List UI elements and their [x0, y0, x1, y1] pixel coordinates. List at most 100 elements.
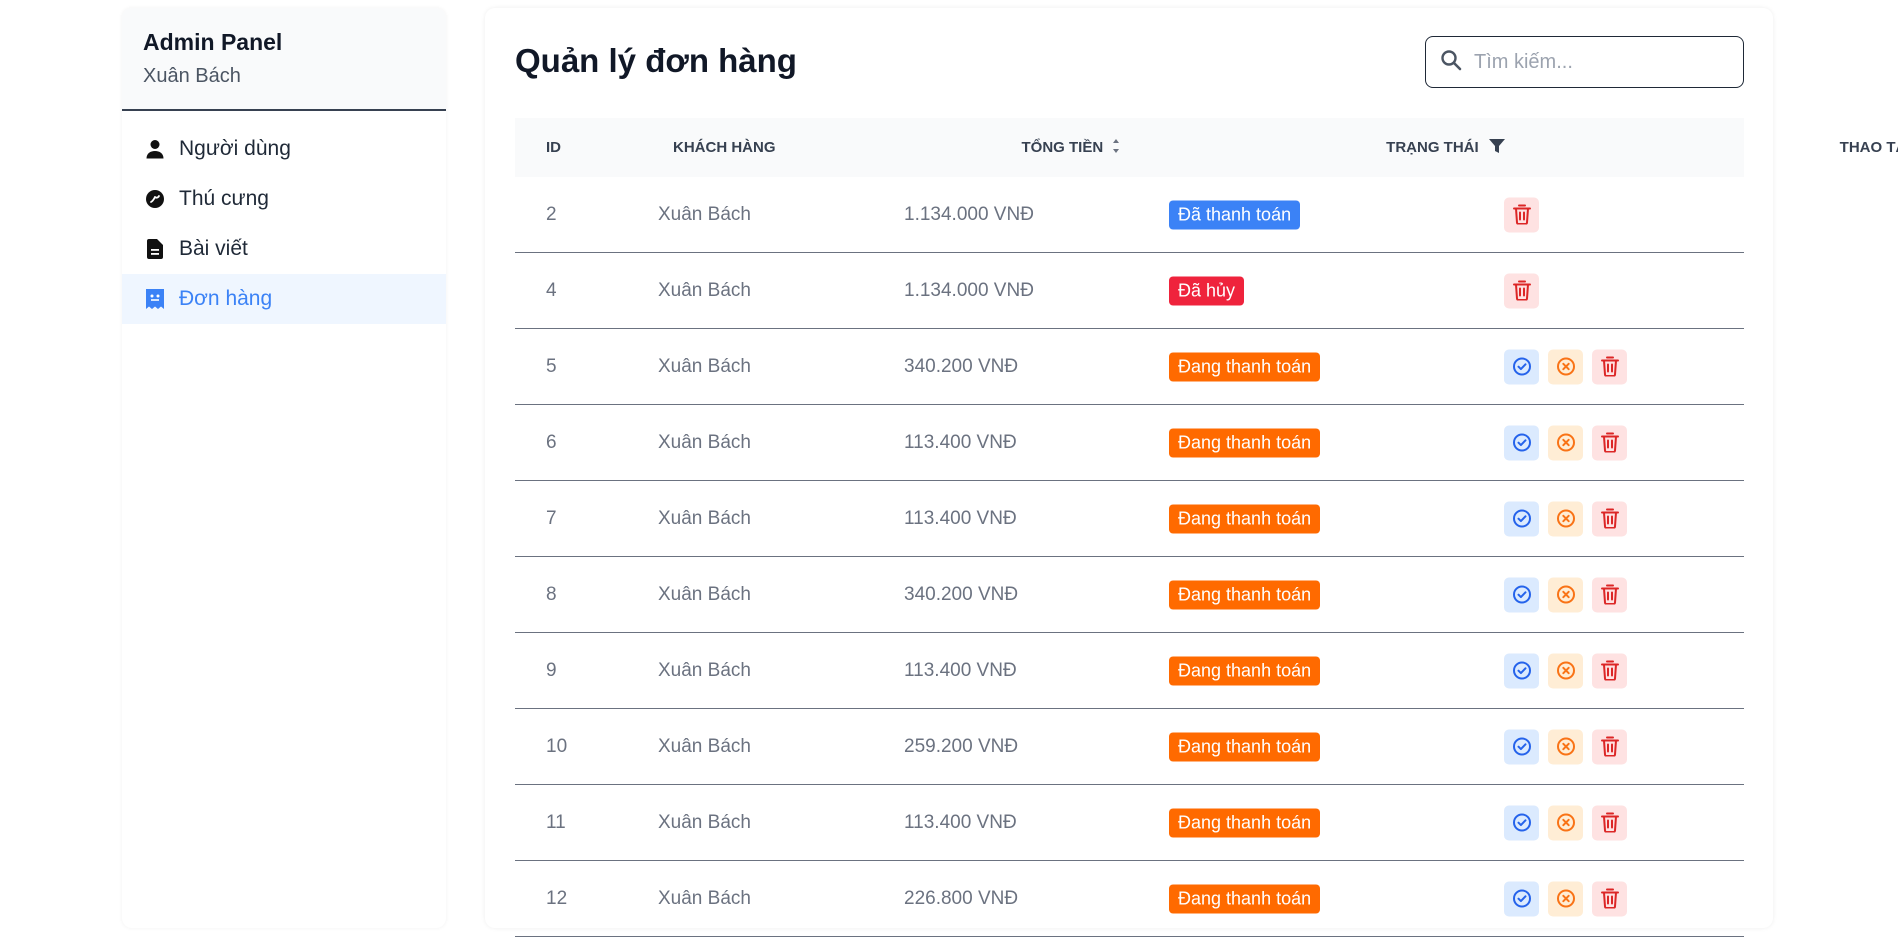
cell-total: 113.400 VNĐ [904, 431, 1017, 453]
delete-button[interactable] [1592, 425, 1627, 460]
delete-button[interactable] [1592, 805, 1627, 840]
delete-button[interactable] [1592, 577, 1627, 612]
app-title: Admin Panel [143, 29, 283, 55]
cell-total: 226.800 VNĐ [904, 887, 1019, 909]
cell-status: Đang thanh toán [1169, 656, 1321, 685]
status-badge: Đang thanh toán [1169, 428, 1321, 457]
sidebar-header: Admin Panel Xuân Bách [122, 8, 446, 111]
x-circle-icon [1556, 813, 1576, 833]
cell-id: 2 [546, 203, 557, 225]
sidebar-item-pets[interactable]: Thú cưng [122, 174, 446, 224]
table-row: 12 Xuân Bách 226.800 VNĐ Đang thanh toán [515, 861, 1744, 937]
cell-status: Đang thanh toán [1169, 580, 1321, 609]
header-actions: THAO TÁC [1839, 139, 1898, 156]
header-total[interactable]: TỔNG TIỀN [1022, 137, 1122, 159]
header-status-label: TRẠNG THÁI [1386, 139, 1479, 156]
cancel-order-button[interactable] [1548, 729, 1583, 764]
cell-status: Đang thanh toán [1169, 504, 1321, 533]
sidebar-item-users[interactable]: Người dùng [122, 124, 446, 174]
confirm-button[interactable] [1504, 653, 1539, 688]
trash-icon [1600, 660, 1619, 681]
table-row: 7 Xuân Bách 113.400 VNĐ Đang thanh toán [515, 481, 1744, 557]
delete-button[interactable] [1592, 501, 1627, 536]
sort-icon[interactable] [1111, 137, 1121, 159]
cancel-order-button[interactable] [1548, 349, 1583, 384]
cell-id: 4 [546, 279, 557, 301]
confirm-button[interactable] [1504, 349, 1539, 384]
filter-icon[interactable] [1488, 138, 1505, 158]
trash-icon [1600, 812, 1619, 833]
row-actions [1504, 197, 1539, 232]
delete-button[interactable] [1592, 653, 1627, 688]
main-panel: Quản lý đơn hàng ID KHÁCH HÀNG TỔNG TIỀN… [485, 8, 1898, 937]
trash-icon [1600, 584, 1619, 605]
table-row: 5 Xuân Bách 340.200 VNĐ Đang thanh toán [515, 329, 1744, 405]
cell-customer: Xuân Bách [658, 507, 751, 529]
cell-id: 12 [546, 887, 568, 909]
cell-status: Đã thanh toán [1169, 200, 1301, 229]
sidebar-item-posts[interactable]: Bài viết [122, 224, 446, 274]
confirm-button[interactable] [1504, 501, 1539, 536]
cell-total: 1.134.000 VNĐ [904, 203, 1034, 225]
table-row: 11 Xuân Bách 113.400 VNĐ Đang thanh toán [515, 785, 1744, 861]
check-circle-icon [1512, 889, 1532, 909]
confirm-button[interactable] [1504, 729, 1539, 764]
cell-total: 113.400 VNĐ [904, 659, 1017, 681]
user-icon [144, 138, 166, 160]
table-row: 2 Xuân Bách 1.134.000 VNĐ Đã thanh toán [515, 177, 1744, 253]
delete-button[interactable] [1592, 349, 1627, 384]
cell-id: 8 [546, 583, 557, 605]
header-status[interactable]: TRẠNG THÁI [1386, 138, 1505, 158]
cancel-order-button[interactable] [1548, 881, 1583, 916]
cancel-order-button[interactable] [1548, 501, 1583, 536]
cell-status: Đang thanh toán [1169, 732, 1321, 761]
confirm-button[interactable] [1504, 577, 1539, 612]
cell-total: 340.200 VNĐ [904, 583, 1019, 605]
trash-icon [1600, 356, 1619, 377]
trash-icon [1512, 280, 1531, 301]
x-circle-icon [1556, 737, 1576, 757]
confirm-button[interactable] [1504, 805, 1539, 840]
confirm-button[interactable] [1504, 425, 1539, 460]
delete-button[interactable] [1592, 729, 1627, 764]
cell-customer: Xuân Bách [658, 583, 751, 605]
cell-total: 113.400 VNĐ [904, 811, 1017, 833]
cell-id: 6 [546, 431, 557, 453]
status-badge: Đã thanh toán [1169, 200, 1301, 229]
cancel-order-button[interactable] [1548, 653, 1583, 688]
cell-customer: Xuân Bách [658, 811, 751, 833]
cancel-order-button[interactable] [1548, 577, 1583, 612]
cell-customer: Xuân Bách [658, 735, 751, 757]
cell-total: 1.134.000 VNĐ [904, 279, 1034, 301]
table-row: 9 Xuân Bách 113.400 VNĐ Đang thanh toán [515, 633, 1744, 709]
cancel-order-button[interactable] [1548, 425, 1583, 460]
delete-button[interactable] [1504, 197, 1539, 232]
check-circle-icon [1512, 585, 1532, 605]
check-circle-icon [1512, 433, 1532, 453]
cell-id: 10 [546, 735, 568, 757]
sidebar: Admin Panel Xuân Bách Người dùng Thú cưn… [122, 8, 446, 928]
search-icon [1440, 49, 1462, 76]
row-actions [1504, 577, 1627, 612]
delete-button[interactable] [1592, 881, 1627, 916]
x-circle-icon [1556, 889, 1576, 909]
header-customer: KHÁCH HÀNG [673, 139, 776, 156]
cell-status: Đang thanh toán [1169, 808, 1321, 837]
search-box[interactable] [1425, 36, 1744, 88]
cell-customer: Xuân Bách [658, 279, 751, 301]
cell-customer: Xuân Bách [658, 659, 751, 681]
cell-id: 9 [546, 659, 557, 681]
confirm-button[interactable] [1504, 881, 1539, 916]
trash-icon [1600, 736, 1619, 757]
trash-icon [1512, 204, 1531, 225]
x-circle-icon [1556, 433, 1576, 453]
header-id: ID [546, 139, 561, 156]
table-row: 8 Xuân Bách 340.200 VNĐ Đang thanh toán [515, 557, 1744, 633]
row-actions [1504, 425, 1627, 460]
current-user-name: Xuân Bách [143, 65, 241, 87]
cancel-order-button[interactable] [1548, 805, 1583, 840]
sidebar-item-orders[interactable]: Đơn hàng [122, 274, 446, 324]
search-input[interactable] [1472, 49, 1726, 75]
pet-icon [144, 188, 166, 210]
delete-button[interactable] [1504, 273, 1539, 308]
